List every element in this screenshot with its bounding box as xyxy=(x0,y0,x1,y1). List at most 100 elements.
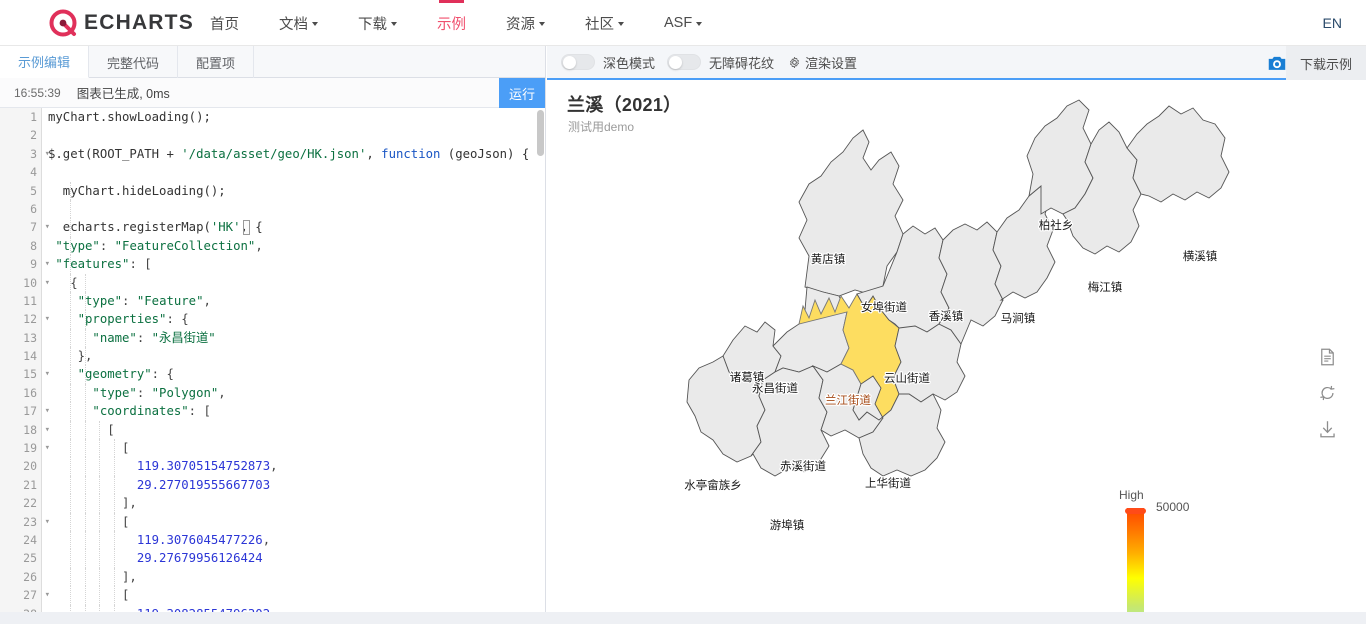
main-nav: 首页 文档 下载 示例 资源 社区 ASF xyxy=(190,0,722,46)
code-token: , xyxy=(203,293,211,308)
indent-guide xyxy=(84,383,86,403)
line-number: 6 xyxy=(30,201,37,216)
line-number: 21 xyxy=(23,477,37,492)
region-yongchangjiedao[interactable] xyxy=(772,286,850,373)
region-hengxizhen[interactable] xyxy=(1126,105,1230,203)
code-line xyxy=(48,199,529,219)
nav-item-docs[interactable]: 文档 xyxy=(259,0,338,46)
page-bottom-strip xyxy=(0,612,1366,624)
run-button[interactable]: 运行 xyxy=(499,78,545,108)
editor-scrollbar[interactable] xyxy=(536,108,545,624)
render-settings-button[interactable]: 渲染设置 xyxy=(788,53,857,72)
code-line: "geometry": { xyxy=(48,365,529,384)
nav-item-asf[interactable]: ASF xyxy=(644,0,722,46)
code-line: echarts.registerMap('HK', { xyxy=(48,218,529,237)
region-label: 云山街道 xyxy=(884,371,930,385)
accessible-pattern-toggle[interactable] xyxy=(667,54,702,70)
code-token: ], xyxy=(48,496,137,511)
code-token: ], xyxy=(48,569,137,584)
indent-guide xyxy=(69,439,71,458)
editor-status-bar: 16:55:39 图表已生成, 0ms 运行 xyxy=(0,78,545,108)
code-line: "coordinates": [ xyxy=(48,402,529,421)
download-example-button[interactable]: 下载示例 xyxy=(1285,46,1366,80)
tab-label: 示例编辑 xyxy=(18,55,71,70)
code-token: 119.3076045477226 xyxy=(48,532,263,547)
visual-map-gradient-bar[interactable] xyxy=(1125,508,1147,624)
nav-item-examples[interactable]: 示例 xyxy=(417,0,486,46)
line-number: 27 ▾ xyxy=(0,586,50,604)
code-line: ], xyxy=(48,494,529,513)
camera-icon[interactable] xyxy=(1266,52,1288,74)
code-line: "properties": { xyxy=(48,310,529,329)
indent-guide xyxy=(84,494,86,513)
code-token: 29.27679956126424 xyxy=(48,551,263,566)
map-regions xyxy=(686,99,1230,477)
line-number: 14 xyxy=(23,349,37,364)
region-huangdianzhen[interactable] xyxy=(798,129,904,297)
code-editor[interactable]: 1 2 3 ▾ 4 5 6 7 ▾ 8 9 ▾ 10 ▾ 11 12 ▾ 13 14 15 ▾ 16 17 ▾ 18 ▾ 19 ▾ 20… xyxy=(0,108,545,624)
code-token: "type" xyxy=(48,385,137,400)
indent-guide xyxy=(114,475,116,495)
tab-example-editor[interactable]: 示例编辑 xyxy=(0,46,90,78)
language-switcher[interactable]: EN xyxy=(1323,0,1342,46)
tab-options[interactable]: 配置项 xyxy=(178,46,255,78)
indent-guide xyxy=(99,420,101,440)
data-view-icon[interactable] xyxy=(1319,348,1336,366)
nav-label: 下载 xyxy=(358,16,387,33)
line-number: 8 xyxy=(30,238,37,253)
chevron-down-icon xyxy=(618,22,624,26)
code-token: myChart.showLoading(); xyxy=(48,110,211,124)
code-token: "永昌街道" xyxy=(151,330,216,345)
dark-mode-toggle[interactable] xyxy=(561,54,595,70)
indent-guide xyxy=(99,530,101,550)
indent-guide xyxy=(114,494,116,513)
code-token: "type" xyxy=(48,238,100,253)
echarts-logo[interactable]: ECHARTS xyxy=(48,8,194,38)
indent-guide xyxy=(99,457,101,476)
nav-item-resources[interactable]: 资源 xyxy=(486,0,565,46)
indent-guide xyxy=(114,530,116,550)
line-number: 20 xyxy=(23,459,37,474)
indent-guide xyxy=(69,310,71,329)
region-label: 水亭畲族乡 xyxy=(684,478,742,492)
code-token: { xyxy=(48,275,78,290)
preview-options-bar: 深色模式 无障碍花纹 渲染设置 下载示例 xyxy=(547,46,1366,80)
chart-canvas[interactable]: 兰溪（2021） 测试用demo 黄店镇 柏社乡 横溪镇 女埠街道 香溪镇 马涧… xyxy=(547,80,1366,624)
line-number: 7 ▾ xyxy=(0,218,50,236)
region-label: 香溪镇 xyxy=(929,309,964,323)
save-image-icon[interactable] xyxy=(1319,420,1336,438)
code-token: : [ xyxy=(129,257,152,272)
code-line: 119.3076045477226, xyxy=(48,530,529,550)
code-token: "Polygon" xyxy=(151,385,219,400)
line-number: 13 xyxy=(23,330,37,345)
region-yunshanjiedao[interactable] xyxy=(892,323,966,403)
code-token: function xyxy=(381,146,441,161)
line-number: 12 ▾ xyxy=(0,310,50,328)
editor-tabs: 示例编辑 完整代码 配置项 xyxy=(0,46,545,78)
code-token: : xyxy=(136,385,152,400)
line-number: 4 xyxy=(30,165,37,180)
indent-guide xyxy=(69,383,71,403)
indent-guide xyxy=(84,530,86,550)
code-token: "FeatureCollection" xyxy=(114,238,256,253)
scrollbar-thumb[interactable] xyxy=(537,110,544,156)
indent-guide xyxy=(69,549,71,568)
nav-label: 社区 xyxy=(585,16,614,33)
chevron-down-icon xyxy=(539,22,545,26)
code-token: : [ xyxy=(188,404,211,419)
code-content[interactable]: myChart.showLoading(); $.get(ROOT_PATH +… xyxy=(42,108,529,624)
restore-icon[interactable] xyxy=(1319,384,1336,402)
region-xiangxizhen[interactable] xyxy=(938,221,1004,345)
nav-item-home[interactable]: 首页 xyxy=(190,0,259,46)
tab-full-code[interactable]: 完整代码 xyxy=(89,46,179,78)
indent-guide xyxy=(114,586,116,605)
region-label: 黄店镇 xyxy=(811,252,846,266)
code-token: : { xyxy=(166,312,189,327)
nav-item-download[interactable]: 下载 xyxy=(338,0,417,46)
nav-item-community[interactable]: 社区 xyxy=(565,0,644,46)
lanxi-district-map[interactable]: 黄店镇 柏社乡 横溪镇 女埠街道 香溪镇 马涧镇 梅江镇 诸葛镇 永昌街道 兰江… xyxy=(547,80,1366,624)
chevron-down-icon xyxy=(312,22,318,26)
code-token: "Feature" xyxy=(136,293,204,308)
indent-guide xyxy=(69,218,71,237)
